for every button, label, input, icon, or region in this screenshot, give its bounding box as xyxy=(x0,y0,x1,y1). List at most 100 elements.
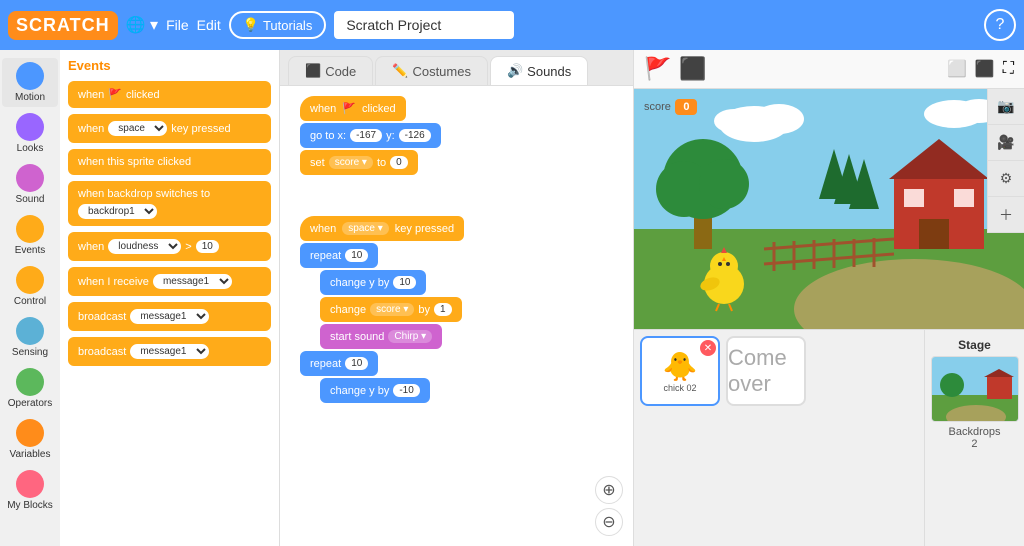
help-button[interactable]: ? xyxy=(984,9,1016,41)
stage-controls: 🚩 ⬛ ⬜ ⬛ ⛶ xyxy=(634,50,1024,89)
add-tool-button[interactable]: ＋ xyxy=(988,197,1024,233)
control-color xyxy=(16,266,44,294)
chick-thumb-icon: 🐥 xyxy=(663,350,698,383)
stage-mini-thumbnail[interactable] xyxy=(931,356,1019,422)
main-area: Motion Looks Sound Events Control Sensin… xyxy=(0,50,1024,546)
sidebar-item-variables[interactable]: Variables xyxy=(2,415,58,464)
backdrops-count: 2 xyxy=(971,438,977,450)
repeat-10-block[interactable]: repeat 10 xyxy=(300,243,378,268)
sprite-strip: ✕ 🐥 chick 02 Come over xyxy=(634,330,924,546)
tab-sounds[interactable]: 🔊 Sounds xyxy=(490,56,588,85)
sprite-thumb-ghost[interactable]: Come over xyxy=(726,336,806,406)
blocks-panel-title: Events xyxy=(68,58,271,73)
score-display: score 0 xyxy=(644,97,697,115)
sounds-icon: 🔊 xyxy=(507,63,523,79)
canvas-area[interactable]: when 🚩 clicked go to x: -167 y: -126 set… xyxy=(280,86,633,546)
go-to-block[interactable]: go to x: -167 y: -126 xyxy=(300,123,441,148)
costumes-icon: ✏️ xyxy=(392,63,408,79)
block-when-flag[interactable]: when 🚩 clicked xyxy=(68,81,271,108)
right-panel: 🚩 ⬛ ⬜ ⬛ ⛶ score 0 xyxy=(634,50,1024,546)
block-when-backdrop[interactable]: when backdrop switches to backdrop1 xyxy=(68,181,271,226)
globe-button[interactable]: 🌐 ▾ xyxy=(126,15,158,35)
block-broadcast2[interactable]: broadcast message1 xyxy=(68,337,271,366)
farm-scene: score 0 xyxy=(634,89,1024,329)
loudness-dropdown[interactable]: loudness xyxy=(108,239,181,254)
script-stack-2: when space ▾ key pressed repeat 10 chang… xyxy=(300,216,464,403)
stage-large-button[interactable]: ⬛ xyxy=(975,59,995,79)
backdrop-dropdown[interactable]: backdrop1 xyxy=(78,204,157,219)
motion-color xyxy=(16,62,44,90)
file-menu-button[interactable]: File xyxy=(166,17,189,33)
tab-costumes[interactable]: ✏️ Costumes xyxy=(375,56,488,85)
tabs: ⬛ Code ✏️ Costumes 🔊 Sounds xyxy=(280,50,633,86)
operators-color xyxy=(16,368,44,396)
events-color xyxy=(16,215,44,243)
sensing-color xyxy=(16,317,44,345)
block-broadcast[interactable]: broadcast message1 xyxy=(68,302,271,331)
block-when-receive[interactable]: when I receive message1 xyxy=(68,267,271,296)
zoom-controls: ⊕ ⊖ xyxy=(595,476,623,536)
looks-label: Looks xyxy=(17,143,44,154)
when-flag-block[interactable]: when 🚩 clicked xyxy=(300,96,406,121)
start-sound-block[interactable]: start sound Chirp ▾ xyxy=(320,324,442,349)
sprite-delete-chick[interactable]: ✕ xyxy=(700,340,716,356)
sidebar-item-sound[interactable]: Sound xyxy=(2,160,58,209)
variables-color xyxy=(16,419,44,447)
stage-area: score 0 xyxy=(634,89,1024,329)
script-stack-1: when 🚩 clicked go to x: -167 y: -126 set… xyxy=(300,96,441,175)
operators-label: Operators xyxy=(8,398,52,409)
project-title-input[interactable] xyxy=(334,11,514,39)
sensing-label: Sensing xyxy=(12,347,48,358)
stage-label: Stage xyxy=(958,338,991,352)
motion-label: Motion xyxy=(15,92,45,103)
block-palette: Motion Looks Sound Events Control Sensin… xyxy=(0,50,60,546)
broadcast-dropdown[interactable]: message1 xyxy=(130,309,209,324)
block-when-sprite[interactable]: when this sprite clicked xyxy=(68,149,271,175)
zoom-in-button[interactable]: ⊕ xyxy=(595,476,623,504)
sound-label: Sound xyxy=(16,194,45,205)
change-y-10-block[interactable]: change y by 10 xyxy=(320,270,426,295)
sidebar-item-operators[interactable]: Operators xyxy=(2,364,58,413)
sprite-thumb-chick[interactable]: ✕ 🐥 chick 02 xyxy=(640,336,720,406)
block-when-loudness[interactable]: when loudness > 10 xyxy=(68,232,271,261)
variables-label: Variables xyxy=(10,449,51,460)
photo-tool-button[interactable]: 📷 xyxy=(988,89,1024,125)
when-space-block[interactable]: when space ▾ key pressed xyxy=(300,216,464,241)
bottom-strip: ✕ 🐥 chick 02 Come over Stage xyxy=(634,329,1024,546)
sidebar-item-motion[interactable]: Motion xyxy=(2,58,58,107)
sidebar-item-myblocks[interactable]: My Blocks xyxy=(2,466,58,515)
score-badge: 0 xyxy=(675,99,697,115)
backdrops-label: Backdrops xyxy=(949,426,1001,438)
settings-tool-button[interactable]: ⚙ xyxy=(988,161,1024,197)
side-tools: 📷 🎥 ⚙ ＋ xyxy=(987,89,1024,233)
tutorials-button[interactable]: 💡 Tutorials xyxy=(229,11,327,39)
sidebar-item-sensing[interactable]: Sensing xyxy=(2,313,58,362)
set-score-block[interactable]: set score ▾ to 0 xyxy=(300,150,418,175)
sidebar-item-looks[interactable]: Looks xyxy=(2,109,58,158)
stage-thumb-area: Stage Backdrops 2 xyxy=(924,330,1024,546)
stop-button[interactable]: ⬛ xyxy=(679,56,706,82)
tab-code[interactable]: ⬛ Code xyxy=(288,56,373,85)
green-flag-button[interactable]: 🚩 xyxy=(644,56,671,82)
video-tool-button[interactable]: 🎥 xyxy=(988,125,1024,161)
sidebar-item-control[interactable]: Control xyxy=(2,262,58,311)
change-y-neg10-block[interactable]: change y by -10 xyxy=(320,378,430,403)
receive-dropdown[interactable]: message1 xyxy=(153,274,232,289)
change-score-block[interactable]: change score ▾ by 1 xyxy=(320,297,462,322)
sidebar-item-events[interactable]: Events xyxy=(2,211,58,260)
zoom-out-button[interactable]: ⊖ xyxy=(595,508,623,536)
sound-color xyxy=(16,164,44,192)
repeat-10b-block[interactable]: repeat 10 xyxy=(300,351,378,376)
edit-menu-button[interactable]: Edit xyxy=(197,17,221,33)
events-label: Events xyxy=(15,245,46,256)
key-dropdown[interactable]: space xyxy=(108,121,167,136)
code-icon: ⬛ xyxy=(305,63,321,79)
chick-thumb-label: chick 02 xyxy=(663,383,696,393)
bulb-icon: 💡 xyxy=(243,17,259,33)
block-when-key[interactable]: when space key pressed xyxy=(68,114,271,143)
fullscreen-button[interactable]: ⛶ xyxy=(1003,60,1014,78)
looks-color xyxy=(16,113,44,141)
stage-mini-svg xyxy=(932,357,1019,422)
stage-small-button[interactable]: ⬜ xyxy=(947,59,967,79)
broadcast2-dropdown[interactable]: message1 xyxy=(130,344,209,359)
